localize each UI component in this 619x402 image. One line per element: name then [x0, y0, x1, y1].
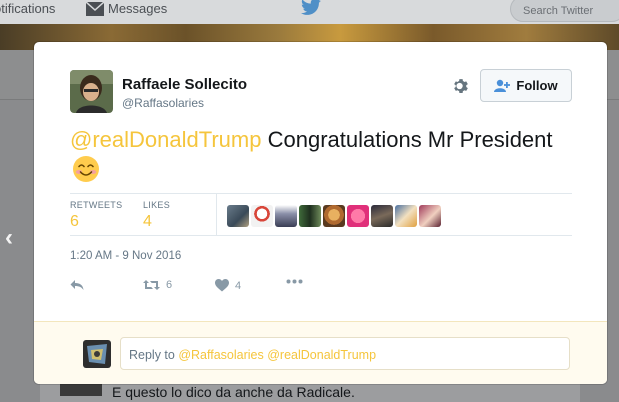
tweet-header: Raffaele Sollecito @Raffasolaries Follow	[34, 42, 607, 122]
tweet-timestamp[interactable]: 1:20 AM - 9 Nov 2016	[70, 250, 181, 262]
reply-button[interactable]	[70, 279, 84, 291]
tweet-actions: 6 4	[70, 279, 370, 299]
retweets-count: 6	[70, 213, 79, 230]
nav-messages[interactable]: Messages	[86, 1, 167, 16]
liker-avatar[interactable]	[395, 205, 417, 227]
heart-icon	[215, 279, 229, 292]
reply-prefix: Reply to	[129, 348, 179, 362]
nav-notifications[interactable]: otifications	[0, 1, 55, 16]
retweets-stat[interactable]: RETWEETS 6	[70, 200, 122, 231]
follow-button-label: Follow	[516, 78, 558, 93]
previous-arrow-icon[interactable]: ‹	[5, 224, 13, 252]
liker-avatar[interactable]	[419, 205, 441, 227]
liker-avatar[interactable]	[323, 205, 345, 227]
follow-button[interactable]: Follow	[480, 69, 572, 102]
reply-area: Reply to @Raffasolaries @realDonaldTrump	[34, 321, 607, 384]
retweet-button[interactable]: 6	[143, 279, 172, 291]
retweets-label: RETWEETS	[70, 200, 123, 210]
reply-input[interactable]: Reply to @Raffasolaries @realDonaldTrump	[120, 337, 570, 370]
retweet-icon	[143, 280, 160, 290]
liker-avatar[interactable]	[251, 205, 273, 227]
author-avatar[interactable]	[70, 70, 113, 113]
reply-mentions: @Raffasolaries @realDonaldTrump	[178, 348, 377, 362]
tweet-body: Congratulations Mr President	[261, 127, 553, 152]
reply-icon	[70, 280, 84, 290]
liker-avatar[interactable]	[371, 205, 393, 227]
more-options-button[interactable]	[286, 279, 303, 284]
liker-avatar[interactable]	[227, 205, 249, 227]
more-dots-icon	[286, 279, 303, 284]
envelope-icon	[86, 1, 104, 16]
liker-avatar[interactable]	[347, 205, 369, 227]
timeline-tweet-text: E questo lo dico da anche da Radicale.	[112, 384, 355, 400]
author-name[interactable]: Raffaele Sollecito	[122, 76, 247, 93]
current-user-avatar	[83, 340, 111, 368]
likes-stat[interactable]: LIKES 4	[143, 200, 170, 231]
follow-person-icon	[494, 79, 511, 92]
liker-avatar[interactable]	[275, 205, 297, 227]
liker-avatar[interactable]	[299, 205, 321, 227]
like-action-count: 4	[235, 279, 242, 292]
gear-icon[interactable]	[452, 77, 470, 95]
like-button[interactable]: 4	[215, 279, 241, 292]
retweet-action-count: 6	[166, 279, 173, 291]
likes-label: LIKES	[143, 200, 171, 210]
search-input[interactable]: Search Twitter	[510, 0, 619, 22]
twitter-bird-icon[interactable]	[301, 0, 321, 16]
tweet-text: @realDonaldTrump Congratulations Mr Pres…	[70, 125, 570, 185]
tweet-mention-link[interactable]: @realDonaldTrump	[70, 127, 261, 152]
likes-count: 4	[143, 213, 152, 230]
nav-messages-label: Messages	[108, 1, 168, 16]
smiling-face-with-smiling-eyes-icon	[73, 156, 99, 182]
stats-divider	[216, 194, 217, 236]
top-navigation-bar: otifications Messages Search Twitter	[0, 0, 619, 24]
likers-avatars	[227, 205, 441, 227]
tweet-modal: Raffaele Sollecito @Raffasolaries Follow…	[34, 42, 607, 384]
tweet-stats: RETWEETS 6 LIKES 4	[70, 193, 572, 236]
author-handle[interactable]: @Raffasolaries	[122, 96, 204, 110]
